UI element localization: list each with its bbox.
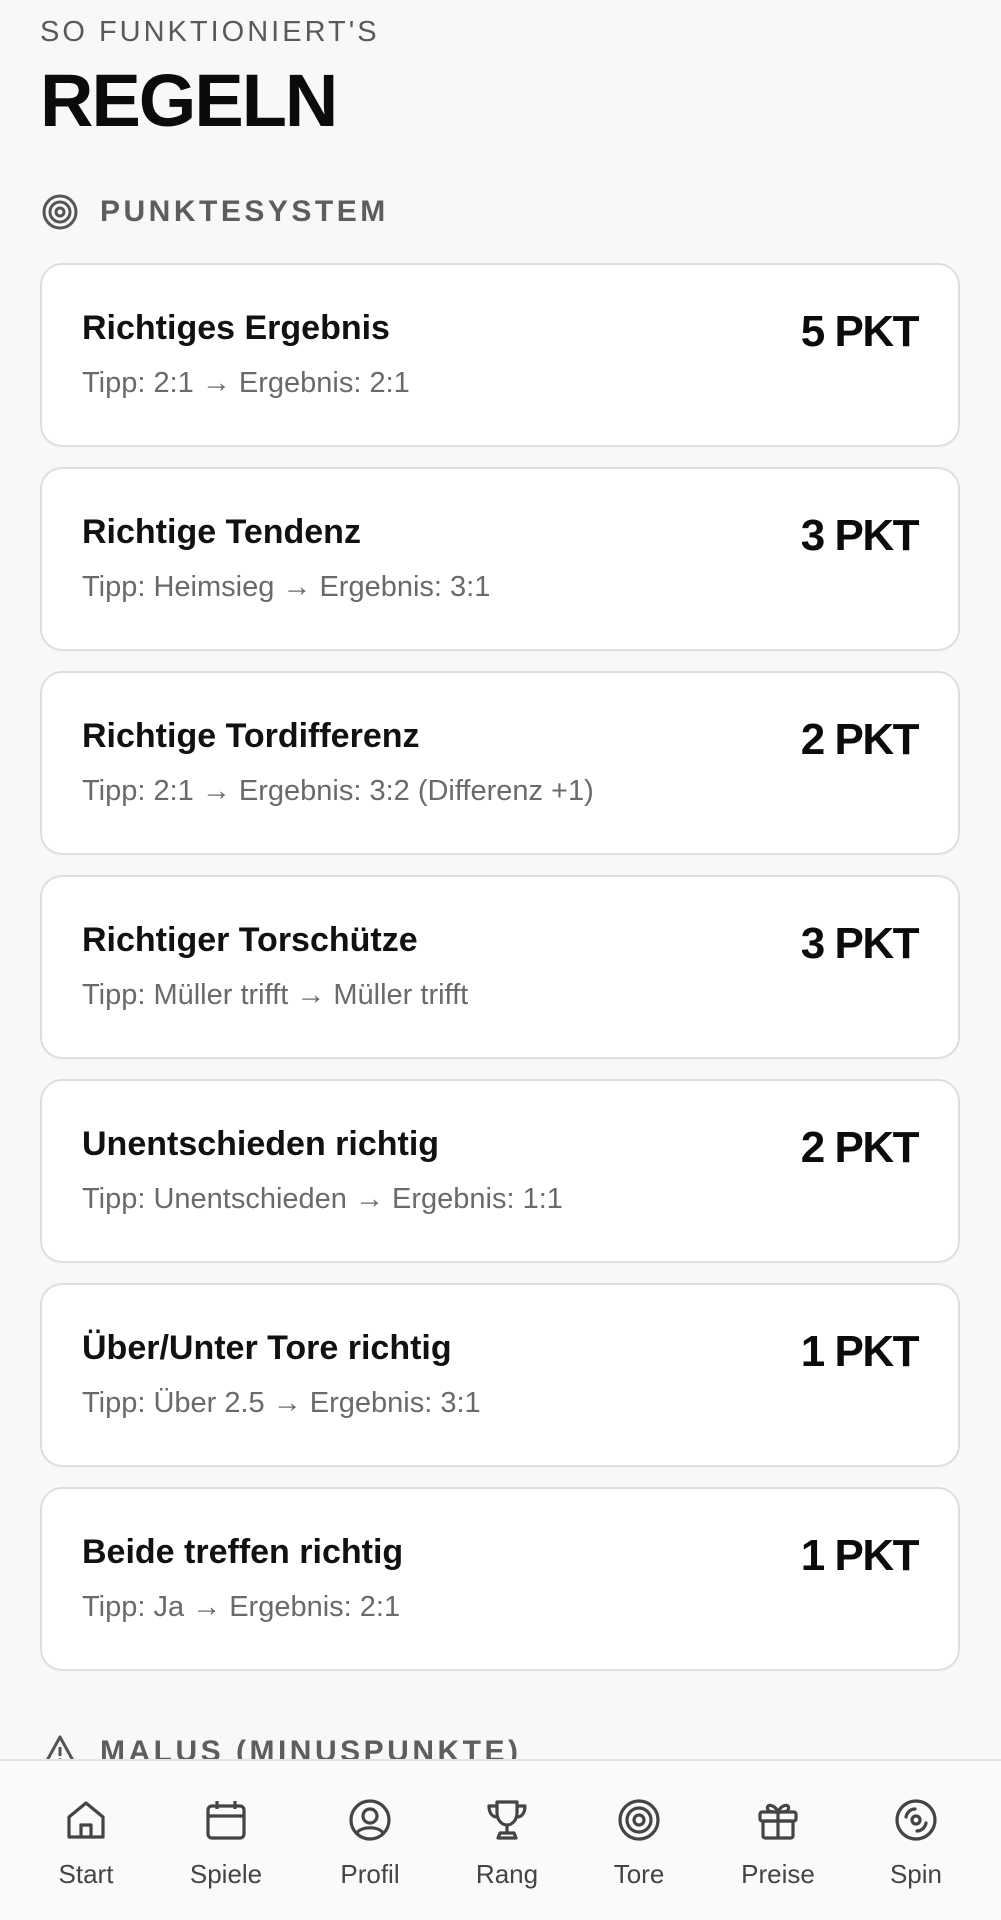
rule-title: Unentschieden richtig: [82, 1125, 440, 1163]
rule-title: Richtige Tendenz: [82, 513, 361, 551]
nav-label: Spiele: [189, 1859, 263, 1889]
rule-card: Richtige Tendenz Tipp: Heimsieg → Ergebn…: [40, 467, 960, 651]
bottom-navigation: Start Spiele Profil Rang Tore Preise Spi…: [0, 1759, 1001, 1920]
page-eyebrow: SO FUNKTIONIERT'S: [40, 16, 380, 48]
target-icon: [614, 1795, 664, 1845]
nav-item-start[interactable]: Start: [26, 1795, 146, 1895]
nav-item-spin[interactable]: Spin: [856, 1795, 976, 1895]
rule-title: Richtiger Torschütze: [82, 921, 418, 959]
rule-card: Beide treffen richtig Tipp: Ja → Ergebni…: [40, 1487, 960, 1671]
rule-points: 1 PKT: [800, 1531, 920, 1580]
rule-title: Beide treffen richtig: [82, 1533, 404, 1571]
nav-item-preise[interactable]: Preise: [718, 1795, 838, 1895]
page-title: REGELN: [40, 59, 338, 142]
spin-wheel-icon: [891, 1795, 941, 1845]
rule-card: Richtiger Torschütze Tipp: Müller trifft…: [40, 875, 960, 1059]
nav-label: Start: [58, 1859, 114, 1889]
calendar-icon: [201, 1795, 251, 1845]
rule-points: 5 PKT: [800, 307, 920, 356]
nav-item-tore[interactable]: Tore: [579, 1795, 699, 1895]
nav-label: Rang: [475, 1859, 539, 1889]
nav-label: Profil: [340, 1859, 400, 1889]
points-section-header: PUNKTESYSTEM: [40, 190, 389, 234]
nav-label: Tore: [613, 1859, 665, 1889]
rule-title: Richtiges Ergebnis: [82, 309, 390, 347]
nav-item-rang[interactable]: Rang: [447, 1795, 567, 1895]
rule-card: Unentschieden richtig Tipp: Unentschiede…: [40, 1079, 960, 1263]
rule-example: Tipp: Über 2.5 → Ergebnis: 3:1: [82, 1387, 481, 1419]
rule-example: Tipp: Unentschieden → Ergebnis: 1:1: [82, 1183, 563, 1215]
nav-item-spiele[interactable]: Spiele: [166, 1795, 286, 1895]
rule-points: 2 PKT: [800, 1123, 920, 1172]
rule-example: Tipp: 2:1 → Ergebnis: 2:1: [82, 367, 410, 399]
user-circle-icon: [345, 1795, 395, 1845]
nav-item-profil[interactable]: Profil: [310, 1795, 430, 1895]
home-icon: [61, 1795, 111, 1845]
rule-title: Richtige Tordifferenz: [82, 717, 420, 755]
rule-points: 3 PKT: [800, 919, 920, 968]
rule-card: Richtige Tordifferenz Tipp: 2:1 → Ergebn…: [40, 671, 960, 855]
gift-icon: [753, 1795, 803, 1845]
rule-example: Tipp: 2:1 → Ergebnis: 3:2 (Differenz +1): [82, 775, 594, 807]
points-section-label: PUNKTESYSTEM: [100, 195, 389, 228]
rule-example: Tipp: Heimsieg → Ergebnis: 3:1: [82, 571, 491, 603]
rule-example: Tipp: Müller trifft → Müller trifft: [82, 979, 469, 1011]
trophy-icon: [482, 1795, 532, 1845]
rule-title: Über/Unter Tore richtig: [82, 1329, 452, 1367]
rule-example: Tipp: Ja → Ergebnis: 2:1: [82, 1591, 401, 1623]
target-icon: [40, 192, 80, 232]
rule-card: Über/Unter Tore richtig Tipp: Über 2.5 →…: [40, 1283, 960, 1467]
nav-label: Spin: [889, 1859, 943, 1889]
rule-card: Richtiges Ergebnis Tipp: 2:1 → Ergebnis:…: [40, 263, 960, 447]
rule-points: 2 PKT: [800, 715, 920, 764]
rule-points: 1 PKT: [800, 1327, 920, 1376]
rule-points: 3 PKT: [800, 511, 920, 560]
nav-label: Preise: [741, 1859, 815, 1889]
